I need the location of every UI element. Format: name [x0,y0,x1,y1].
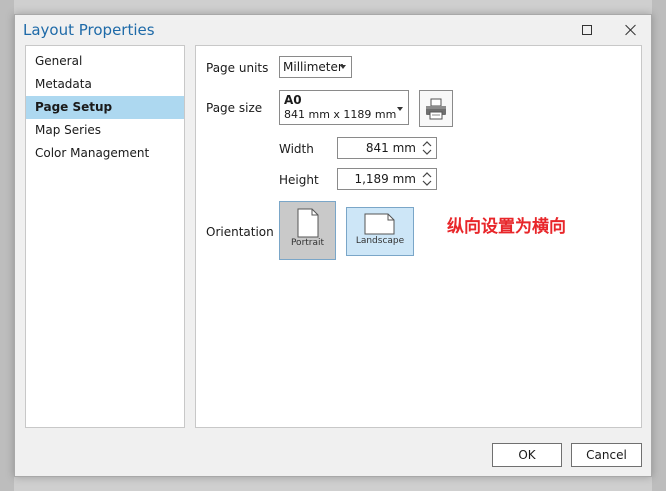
portrait-label: Portrait [290,238,325,248]
sidebar-item-page-setup[interactable]: Page Setup [26,96,184,119]
height-label: Height [279,173,319,187]
printer-icon [426,98,446,119]
cancel-button[interactable]: Cancel [571,443,642,467]
background-window-left [0,0,14,491]
sidebar: General Metadata Page Setup Map Series C… [25,45,185,428]
page-units-value: Millimeter [283,60,343,74]
page-setup-panel: Page units Millimeter Page size A0 841 m… [195,45,642,428]
height-stepper[interactable]: 1,189 mm [337,168,437,190]
landscape-orientation-button[interactable]: Landscape [346,207,414,256]
maximize-button[interactable] [567,15,607,45]
layout-properties-dialog: Layout Properties General Metadata Page … [14,14,652,477]
width-label: Width [279,142,314,156]
page-size-dimensions: 841 mm x 1189 mm [284,108,397,121]
sidebar-item-metadata[interactable]: Metadata [26,73,184,96]
sidebar-item-color-management[interactable]: Color Management [26,142,184,165]
sidebar-item-map-series[interactable]: Map Series [26,119,184,142]
sidebar-item-general[interactable]: General [26,50,184,73]
chevron-down-icon [340,65,346,69]
landscape-page-icon [364,213,395,235]
spin-arrows-icon[interactable] [420,170,434,188]
page-units-label: Page units [206,61,269,75]
page-size-name: A0 [284,93,302,107]
portrait-orientation-button[interactable]: Portrait [279,201,336,260]
orientation-label: Orientation [206,225,274,239]
spin-arrows-icon[interactable] [420,139,434,157]
maximize-icon [582,25,592,35]
close-button[interactable] [611,15,651,45]
chevron-down-icon [397,107,403,111]
close-icon [625,24,637,36]
portrait-page-icon [297,208,318,238]
background-window-right [652,0,666,491]
width-value: 841 mm [365,141,416,155]
annotation-text: 纵向设置为横向 [447,217,566,237]
landscape-label: Landscape [355,236,405,246]
height-value: 1,189 mm [354,172,416,186]
width-stepper[interactable]: 841 mm [337,137,437,159]
printer-page-size-button[interactable] [419,90,453,127]
page-size-dropdown[interactable]: A0 841 mm x 1189 mm [279,90,409,125]
page-size-label: Page size [206,101,263,115]
dialog-title: Layout Properties [23,21,155,39]
title-bar: Layout Properties [15,15,651,45]
ok-button[interactable]: OK [492,443,562,467]
page-units-dropdown[interactable]: Millimeter [279,56,352,78]
